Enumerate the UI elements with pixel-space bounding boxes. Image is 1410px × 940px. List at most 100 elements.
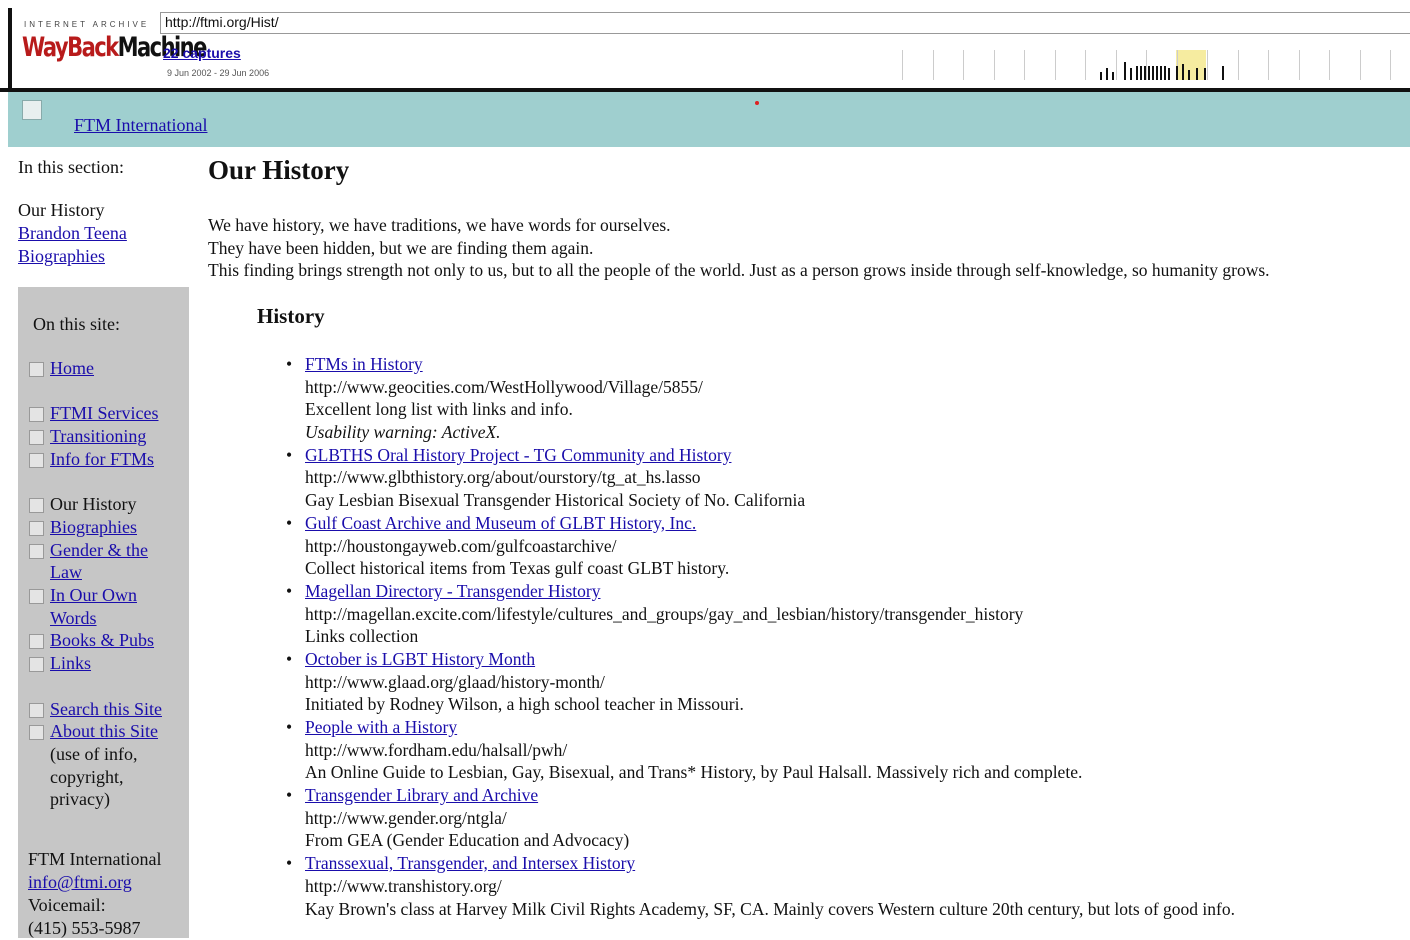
timeline-year-tick xyxy=(1146,50,1147,80)
timeline-year-tick xyxy=(1298,50,1300,80)
nav-books-pubs[interactable]: Books & Pubs xyxy=(50,629,154,652)
nav-home[interactable]: Home xyxy=(50,357,94,380)
timeline-year-tick xyxy=(1085,50,1086,80)
broken-image-icon xyxy=(22,100,42,120)
timeline-capture-bar[interactable] xyxy=(1164,66,1166,80)
timeline-capture-bar[interactable] xyxy=(1182,64,1184,80)
timeline-capture-bar[interactable] xyxy=(1140,66,1142,80)
timeline-capture-bar[interactable] xyxy=(1112,72,1114,80)
home-icon xyxy=(29,362,44,377)
entry-note: Usability warning: ActiveX. xyxy=(305,422,501,443)
internet-archive-label: INTERNET ARCHIVE xyxy=(24,20,150,29)
timeline-capture-bar[interactable] xyxy=(1124,62,1126,80)
timeline-year-tick xyxy=(1268,50,1269,80)
timeline-capture-bar[interactable] xyxy=(1152,66,1154,80)
section-nav: Our History Brandon Teena Biographies xyxy=(18,199,127,268)
section-link-biographies[interactable]: Biographies xyxy=(18,246,105,266)
sidebar-nav: Home FTMI Services Transitioning Info fo… xyxy=(29,357,189,811)
timeline-capture-bar[interactable] xyxy=(1168,68,1170,80)
timeline-capture-bar[interactable] xyxy=(1156,66,1158,80)
list-item: • GLBTHS Oral History Project - TG Commu… xyxy=(286,444,1405,512)
timeline-capture-bar[interactable] xyxy=(1188,70,1190,80)
entry-link[interactable]: GLBTHS Oral History Project - TG Communi… xyxy=(305,445,731,465)
timeline-capture-bar[interactable] xyxy=(1196,68,1198,80)
timeline-capture-bar[interactable] xyxy=(1204,68,1206,80)
nav-biographies[interactable]: Biographies xyxy=(50,516,137,539)
timeline-capture-bar[interactable] xyxy=(1176,66,1178,80)
nav-links[interactable]: Links xyxy=(50,652,91,675)
own-words-icon xyxy=(29,589,44,604)
nav-ftmi-services[interactable]: FTMI Services xyxy=(50,402,158,425)
timeline-capture-bar[interactable] xyxy=(1148,66,1150,80)
timeline-capture-bar[interactable] xyxy=(1130,68,1132,80)
section-label: In this section: xyxy=(18,157,124,177)
entry-desc: Excellent long list with links and info. xyxy=(305,399,573,420)
nav-gender-law[interactable]: Gender & the Law xyxy=(50,539,148,584)
section-link-brandon-teena[interactable]: Brandon Teena xyxy=(18,223,127,243)
entry-link[interactable]: FTMs in History xyxy=(305,354,423,374)
entry-url: http://www.gender.org/ntgla/ xyxy=(305,807,507,828)
entry-link[interactable]: People with a History xyxy=(305,717,457,737)
captures-link[interactable]: 22 captures xyxy=(163,45,241,61)
timeline-year-tick xyxy=(963,50,964,80)
capture-timeline[interactable] xyxy=(900,44,1410,84)
wayback-toolbar: INTERNET ARCHIVE WayBackMachine http://f… xyxy=(0,0,1410,92)
ftm-international-link[interactable]: FTM International xyxy=(74,115,207,136)
timeline-year-tick xyxy=(1054,50,1056,80)
entry-link[interactable]: Transsexual, Transgender, and Intersex H… xyxy=(305,853,635,873)
entry-desc: Collect historical items from Texas gulf… xyxy=(305,558,730,579)
timeline-year-tick xyxy=(902,50,903,80)
timeline-highlight xyxy=(1176,50,1206,80)
timeline-capture-bar[interactable] xyxy=(1136,66,1138,80)
section-current: Our History xyxy=(18,200,105,220)
timeline-year-tick xyxy=(1115,50,1117,80)
list-item: • October is LGBT History Month http://w… xyxy=(286,648,1405,716)
timeline-capture-bar[interactable] xyxy=(1100,72,1102,80)
books-icon xyxy=(29,634,44,650)
red-dot xyxy=(755,101,759,105)
list-item: • FTMs in History http://www.geocities.c… xyxy=(286,353,1405,444)
nav-transitioning[interactable]: Transitioning xyxy=(50,425,146,448)
entry-desc: Gay Lesbian Bisexual Transgender Histori… xyxy=(305,490,806,511)
list-item: • Gulf Coast Archive and Museum of GLBT … xyxy=(286,512,1405,580)
history-link-list: • FTMs in History http://www.geocities.c… xyxy=(286,353,1405,920)
gender-law-icon xyxy=(29,543,44,559)
entry-desc: Initiated by Rodney Wilson, a high schoo… xyxy=(305,694,744,715)
timeline-capture-bar[interactable] xyxy=(1144,66,1146,80)
entry-link[interactable]: Magellan Directory - Transgender History xyxy=(305,581,601,601)
timeline-capture-bar[interactable] xyxy=(1222,66,1224,80)
timeline-year-tick xyxy=(932,50,934,80)
entry-desc: Links collection xyxy=(305,626,419,647)
services-icon xyxy=(29,407,44,423)
timeline-capture-bar[interactable] xyxy=(1106,68,1108,80)
phone-number: (415) 553-5987 xyxy=(28,918,141,938)
transitioning-icon xyxy=(29,430,44,446)
intro-text: We have history, we have traditions, we … xyxy=(208,215,1270,281)
nav-search-site[interactable]: Search this Site xyxy=(50,698,162,721)
site-sidebar: On this site: Home FTMI Services Transit… xyxy=(18,287,189,938)
nav-info-for-ftms[interactable]: Info for FTMs xyxy=(50,448,154,471)
entry-url: http://magellan.excite.com/lifestyle/cul… xyxy=(305,603,1024,624)
entry-link[interactable]: Gulf Coast Archive and Museum of GLBT Hi… xyxy=(305,513,696,533)
history-icon xyxy=(29,498,44,514)
timeline-year-tick xyxy=(1359,50,1361,80)
contact-info: FTM International info@ftmi.org Voicemai… xyxy=(28,848,161,940)
wayback-url-input[interactable]: http://ftmi.org/Hist/ xyxy=(160,12,1410,34)
list-item: • Transsexual, Transgender, and Intersex… xyxy=(286,852,1405,920)
info-icon xyxy=(29,452,44,468)
about-icon xyxy=(29,725,44,741)
biographies-icon xyxy=(29,520,44,536)
list-item: • Transgender Library and Archive http:/… xyxy=(286,784,1405,852)
page-title: Our History xyxy=(208,155,350,185)
nav-in-our-own-words[interactable]: In Our Own Words xyxy=(50,584,137,629)
about-note: (use of info, copyright, privacy) xyxy=(50,743,138,810)
timeline-year-tick xyxy=(1207,50,1208,80)
entry-url: http://houstongayweb.com/gulfcoastarchiv… xyxy=(305,535,617,556)
timeline-capture-bar[interactable] xyxy=(1160,66,1162,80)
nav-about-site[interactable]: About this Site xyxy=(50,720,158,743)
entry-link[interactable]: October is LGBT History Month xyxy=(305,649,535,669)
email-link[interactable]: info@ftmi.org xyxy=(28,872,132,892)
entry-link[interactable]: Transgender Library and Archive xyxy=(305,785,538,805)
entry-desc: An Online Guide to Lesbian, Gay, Bisexua… xyxy=(305,762,1083,783)
toolbar-border xyxy=(8,8,12,88)
